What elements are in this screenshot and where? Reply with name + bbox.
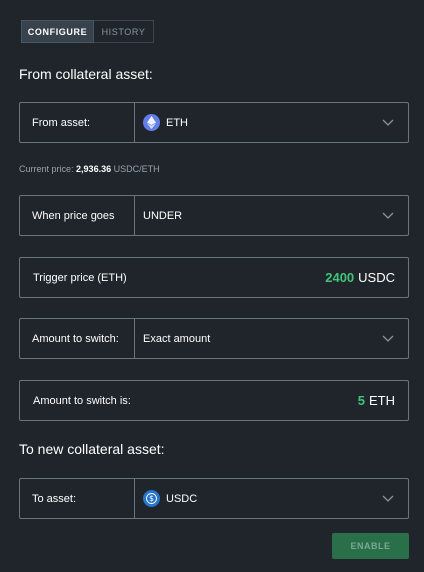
- current-price-unit: USDC/ETH: [113, 164, 160, 174]
- trigger-price-field[interactable]: Trigger price (ETH) 2400 USDC: [19, 257, 409, 298]
- eth-icon: [143, 114, 160, 131]
- to-asset-value[interactable]: $ USDC: [135, 479, 408, 518]
- usdc-icon: $: [143, 490, 160, 507]
- current-price-value: 2,936.36: [76, 164, 112, 174]
- from-asset-value[interactable]: ETH: [135, 103, 408, 142]
- to-asset-select[interactable]: To asset: $ USDC: [19, 478, 409, 519]
- enable-button[interactable]: ENABLE: [332, 533, 409, 559]
- from-asset-text: ETH: [166, 116, 188, 129]
- amount-mode-select[interactable]: Amount to switch: Exact amount: [19, 318, 409, 359]
- from-section-title: From collateral asset:: [19, 66, 153, 82]
- price-condition-label: When price goes: [20, 196, 135, 235]
- trigger-price-label: Trigger price (ETH): [33, 271, 127, 284]
- from-asset-select[interactable]: From asset: ETH: [19, 102, 409, 143]
- trigger-price-amount[interactable]: 2400 USDC: [325, 270, 395, 285]
- amount-value-amount[interactable]: 5 ETH: [358, 393, 395, 408]
- current-price-label: Current price:: [19, 164, 74, 174]
- amount-value-unit: ETH: [369, 393, 395, 408]
- to-asset-label: To asset:: [20, 479, 135, 518]
- amount-value-label: Amount to switch is:: [33, 394, 131, 407]
- chevron-down-icon[interactable]: [382, 335, 394, 343]
- tab-configure[interactable]: CONFIGURE: [21, 20, 94, 43]
- to-section-title: To new collateral asset:: [19, 441, 165, 457]
- tab-history[interactable]: HISTORY: [94, 20, 154, 43]
- trigger-price-unit: USDC: [358, 270, 395, 285]
- amount-mode-value[interactable]: Exact amount: [135, 319, 408, 358]
- trigger-price-value: 2400: [325, 270, 355, 285]
- chevron-down-icon[interactable]: [382, 212, 394, 220]
- tab-bar: CONFIGURE HISTORY: [21, 20, 154, 43]
- from-asset-label: From asset:: [20, 103, 135, 142]
- price-condition-text: UNDER: [143, 209, 183, 222]
- chevron-down-icon[interactable]: [382, 119, 394, 127]
- amount-mode-label: Amount to switch:: [20, 319, 135, 358]
- to-asset-text: USDC: [166, 492, 198, 505]
- chevron-down-icon[interactable]: [382, 495, 394, 503]
- amount-value-field[interactable]: Amount to switch is: 5 ETH: [19, 380, 409, 421]
- price-condition-select[interactable]: When price goes UNDER: [19, 195, 409, 236]
- amount-value-number: 5: [357, 393, 365, 408]
- current-price-note: Current price: 2,936.36 USDC/ETH: [19, 164, 160, 174]
- price-condition-value[interactable]: UNDER: [135, 196, 408, 235]
- amount-mode-text: Exact amount: [143, 332, 211, 345]
- svg-text:$: $: [149, 494, 154, 503]
